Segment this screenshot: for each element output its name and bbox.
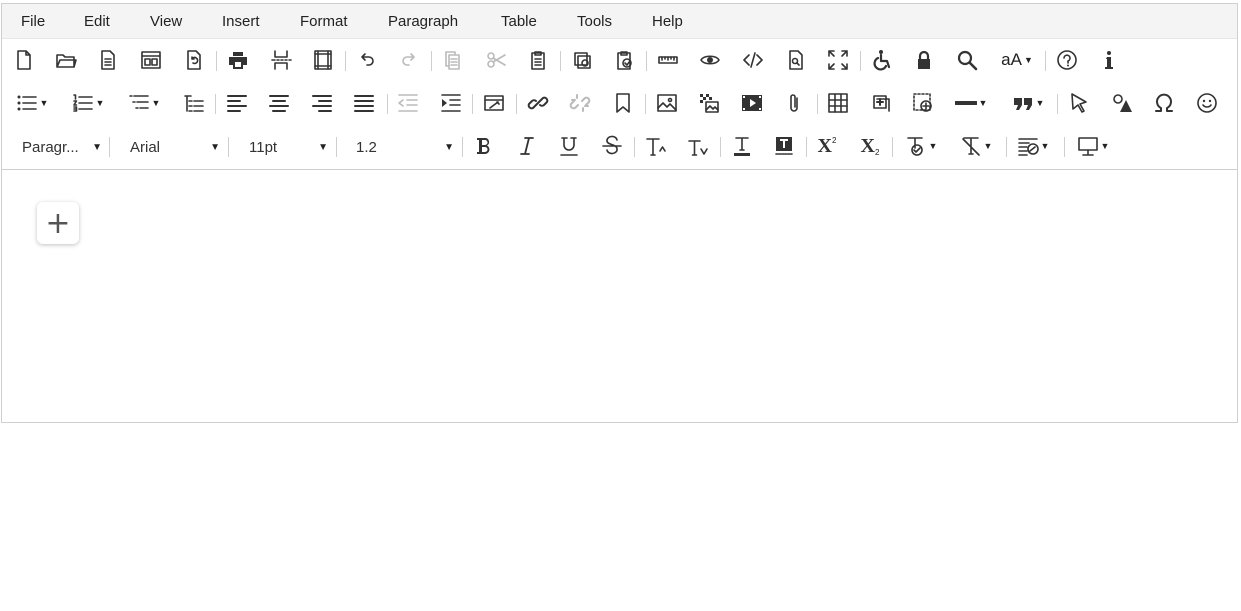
menu-edit[interactable]: Edit — [84, 13, 110, 30]
select-icon[interactable] — [1064, 88, 1094, 118]
chevron-down-icon: ▼ — [210, 141, 220, 153]
add-block-button[interactable]: + — [37, 202, 79, 244]
chevron-down-icon: ▼ — [1023, 55, 1033, 65]
emoji-icon[interactable] — [1192, 88, 1222, 118]
source-code-icon[interactable] — [738, 45, 768, 75]
bookmark-icon[interactable] — [608, 88, 638, 118]
menubar: File Edit View Insert Format Paragraph T… — [2, 4, 1237, 39]
italic-icon[interactable] — [512, 131, 542, 161]
info-icon[interactable] — [1094, 45, 1124, 75]
blockquote-icon[interactable]: ▼ — [1008, 88, 1048, 118]
line-height-select[interactable]: 1.2 ▼ — [356, 134, 454, 160]
paste-special-icon[interactable] — [567, 45, 597, 75]
toolbar-row-2: ▼ ▼ ▼ ▼ ▼ — [2, 82, 1237, 126]
image-gallery-icon[interactable] — [694, 88, 724, 118]
clear-formatting-icon[interactable]: ▼ — [955, 131, 997, 161]
numbered-list-icon[interactable]: ▼ — [68, 88, 108, 118]
cut-icon[interactable] — [481, 45, 511, 75]
copy-icon[interactable] — [438, 45, 468, 75]
strikethrough-icon[interactable] — [597, 131, 627, 161]
unlink-icon[interactable] — [565, 88, 595, 118]
subscript-icon[interactable]: X2 — [855, 131, 885, 161]
highlight-icon[interactable] — [769, 131, 799, 161]
font-family-select[interactable]: Arial ▼ — [130, 134, 220, 160]
menu-paragraph[interactable]: Paragraph — [388, 13, 458, 30]
help-icon[interactable] — [1052, 45, 1082, 75]
chevron-down-icon: ▼ — [444, 141, 454, 153]
layout-icon[interactable] — [136, 45, 166, 75]
menu-tools[interactable]: Tools — [577, 13, 612, 30]
outdent-icon[interactable] — [393, 88, 423, 118]
paste-icon[interactable] — [523, 45, 553, 75]
superscript-icon[interactable]: X2 — [812, 131, 842, 161]
page-border-icon[interactable] — [308, 45, 338, 75]
increase-font-icon[interactable] — [641, 131, 671, 161]
align-center-icon[interactable] — [264, 88, 294, 118]
paste-text-icon[interactable] — [609, 45, 639, 75]
image-icon[interactable] — [652, 88, 682, 118]
bold-icon[interactable] — [469, 131, 499, 161]
lock-icon[interactable] — [909, 45, 939, 75]
font-size-icon[interactable]: aA ▼ — [997, 45, 1037, 75]
justify-icon[interactable] — [349, 88, 379, 118]
align-right-icon[interactable] — [307, 88, 337, 118]
preview-icon[interactable] — [695, 45, 725, 75]
undo-icon[interactable] — [352, 45, 382, 75]
insert-frame-icon[interactable] — [908, 88, 938, 118]
fullscreen-icon[interactable] — [823, 45, 853, 75]
menu-table[interactable]: Table — [501, 13, 537, 30]
text-color-icon[interactable] — [727, 131, 757, 161]
outline-icon[interactable] — [179, 88, 209, 118]
open-folder-icon[interactable] — [51, 45, 81, 75]
underline-icon[interactable] — [554, 131, 584, 161]
omega-icon[interactable] — [1149, 88, 1179, 118]
align-left-icon[interactable] — [222, 88, 252, 118]
shapes-icon[interactable] — [1107, 88, 1137, 118]
horizontal-rule-icon[interactable]: ▼ — [952, 88, 990, 118]
decrease-font-icon[interactable] — [683, 131, 713, 161]
toolbar-row-3: Paragr... ▼ Arial ▼ 11pt ▼ 1.2 ▼ X2 X2 ▼ ▼ ▼… — [2, 125, 1237, 170]
page-break-icon[interactable] — [266, 45, 296, 75]
menu-file[interactable]: File — [21, 13, 45, 30]
video-icon[interactable] — [737, 88, 767, 118]
attachment-icon[interactable] — [779, 88, 809, 118]
menu-format[interactable]: Format — [300, 13, 348, 30]
new-document-icon[interactable] — [9, 45, 39, 75]
rich-text-editor: File Edit View Insert Format Paragraph T… — [1, 3, 1238, 423]
menu-help[interactable]: Help — [652, 13, 683, 30]
link-icon[interactable] — [523, 88, 553, 118]
insert-box-icon[interactable] — [866, 88, 896, 118]
print-icon[interactable] — [223, 45, 253, 75]
block-format-select[interactable]: Paragr... ▼ — [22, 134, 102, 160]
accessibility-icon[interactable] — [867, 45, 897, 75]
font-size-select[interactable]: 11pt ▼ — [249, 134, 328, 160]
multilevel-list-icon[interactable]: ▼ — [124, 88, 164, 118]
chevron-down-icon: ▼ — [318, 141, 328, 153]
chevron-down-icon: ▼ — [92, 141, 102, 153]
redo-icon[interactable] — [394, 45, 424, 75]
find-doc-icon[interactable] — [781, 45, 811, 75]
template-icon[interactable] — [93, 45, 123, 75]
bullet-list-icon[interactable]: ▼ — [12, 88, 52, 118]
table-icon[interactable] — [823, 88, 853, 118]
ruler-icon[interactable] — [653, 45, 683, 75]
toolbar-row-1: aA ▼ — [2, 38, 1237, 84]
menu-insert[interactable]: Insert — [222, 13, 260, 30]
restore-draft-icon[interactable] — [179, 45, 209, 75]
menu-view[interactable]: View — [150, 13, 182, 30]
format-paint-icon[interactable] — [479, 88, 509, 118]
format-painter-icon[interactable]: ▼ — [900, 131, 942, 161]
editor-content-area[interactable]: + — [2, 170, 1237, 422]
indent-icon[interactable] — [436, 88, 466, 118]
search-icon[interactable] — [952, 45, 982, 75]
monitor-icon[interactable]: ▼ — [1072, 131, 1114, 161]
styles-icon[interactable]: ▼ — [1012, 131, 1054, 161]
